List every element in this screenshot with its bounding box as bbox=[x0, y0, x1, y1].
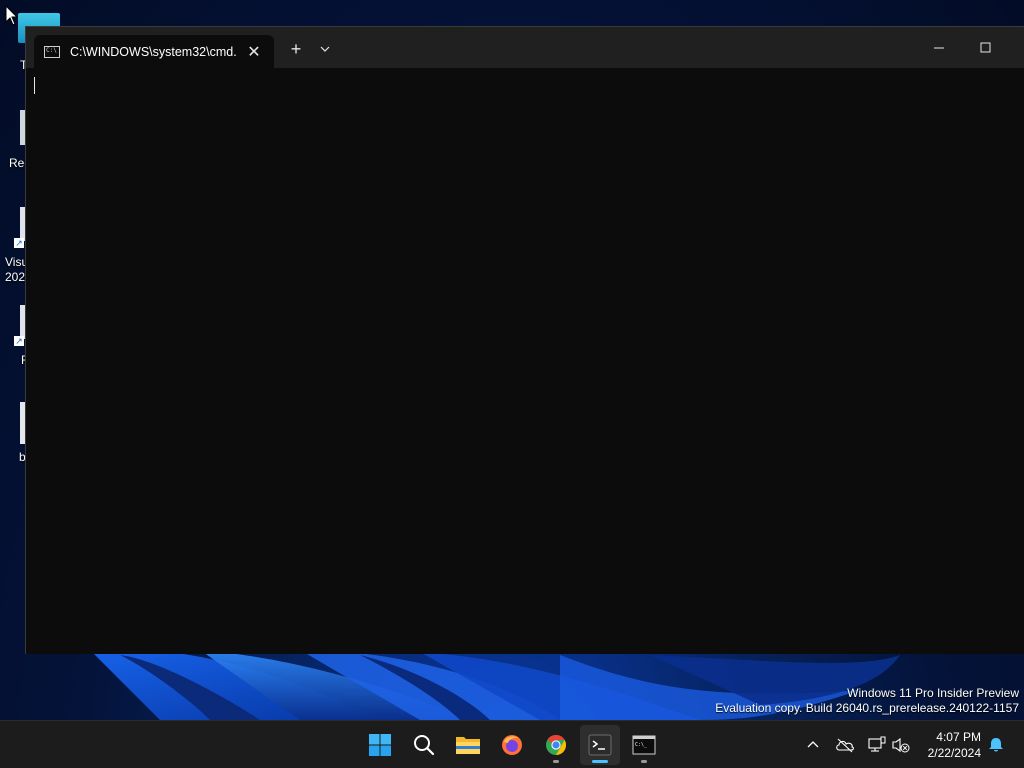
firefox-icon bbox=[502, 735, 522, 755]
maximize-button[interactable] bbox=[967, 37, 1003, 59]
notifications-button[interactable] bbox=[986, 735, 1006, 755]
watermark-line2: Evaluation copy. Build 26040.rs_prerelea… bbox=[715, 701, 1019, 715]
tab-cmd[interactable]: C:\ C:\WINDOWS\system32\cmd. ✕ bbox=[34, 35, 274, 68]
minimize-button[interactable] bbox=[921, 37, 957, 59]
search-icon bbox=[414, 735, 435, 756]
shortcut-arrow-icon: ↗ bbox=[14, 336, 24, 346]
running-indicator bbox=[641, 760, 647, 763]
cmd-icon: C:\_ bbox=[632, 735, 656, 755]
mouse-cursor-icon bbox=[5, 5, 19, 26]
cloud-offline-icon bbox=[836, 738, 854, 753]
clock[interactable]: 4:07 PM 2/22/2024 bbox=[928, 729, 981, 761]
chevron-down-icon bbox=[320, 46, 330, 52]
show-hidden-icons-button[interactable] bbox=[803, 735, 823, 755]
minimize-icon bbox=[934, 47, 944, 49]
volume-button[interactable] bbox=[891, 735, 911, 755]
clock-date: 2/22/2024 bbox=[927, 746, 981, 760]
svg-text:C:\_: C:\_ bbox=[635, 742, 648, 748]
tab-title: C:\WINDOWS\system32\cmd. bbox=[70, 44, 237, 59]
maximize-icon bbox=[980, 42, 991, 53]
chevron-up-icon bbox=[807, 741, 819, 748]
shortcut-arrow-icon: ↗ bbox=[14, 238, 24, 248]
search-button[interactable] bbox=[404, 725, 444, 765]
cmd-button[interactable]: C:\_ bbox=[624, 725, 664, 765]
watermark-line1: Windows 11 Pro Insider Preview bbox=[847, 686, 1019, 700]
terminal-content[interactable] bbox=[26, 68, 1024, 654]
network-button[interactable] bbox=[867, 735, 887, 755]
start-button[interactable] bbox=[360, 725, 400, 765]
cmd-icon: C:\ bbox=[44, 45, 60, 58]
volume-muted-icon bbox=[892, 737, 910, 753]
terminal-button[interactable] bbox=[580, 725, 620, 765]
terminal-icon bbox=[588, 734, 612, 756]
network-icon bbox=[868, 736, 886, 752]
terminal-window[interactable]: C:\ C:\WINDOWS\system32\cmd. ✕ + bbox=[25, 26, 1024, 654]
windows-watermark: Windows 11 Pro Insider Preview Evaluatio… bbox=[715, 686, 1019, 716]
chrome-button[interactable] bbox=[536, 725, 576, 765]
firefox-button[interactable] bbox=[492, 725, 532, 765]
file-explorer-button[interactable] bbox=[448, 725, 488, 765]
text-cursor bbox=[34, 77, 35, 94]
folder-icon bbox=[456, 737, 480, 754]
bell-icon bbox=[989, 738, 1003, 752]
clock-time: 4:07 PM bbox=[936, 730, 981, 744]
taskbar: C:\_ 4:07 PM 2/22/2024 bbox=[0, 720, 1024, 768]
onedrive-button[interactable] bbox=[835, 735, 855, 755]
windows-logo-icon bbox=[369, 734, 391, 756]
close-tab-icon[interactable]: ✕ bbox=[246, 42, 262, 62]
chrome-icon bbox=[546, 735, 566, 755]
tab-dropdown-button[interactable] bbox=[316, 39, 334, 59]
running-indicator bbox=[553, 760, 559, 763]
title-bar[interactable]: C:\ C:\WINDOWS\system32\cmd. ✕ + bbox=[26, 27, 1024, 68]
running-indicator bbox=[592, 760, 608, 763]
new-tab-button[interactable]: + bbox=[286, 39, 306, 59]
